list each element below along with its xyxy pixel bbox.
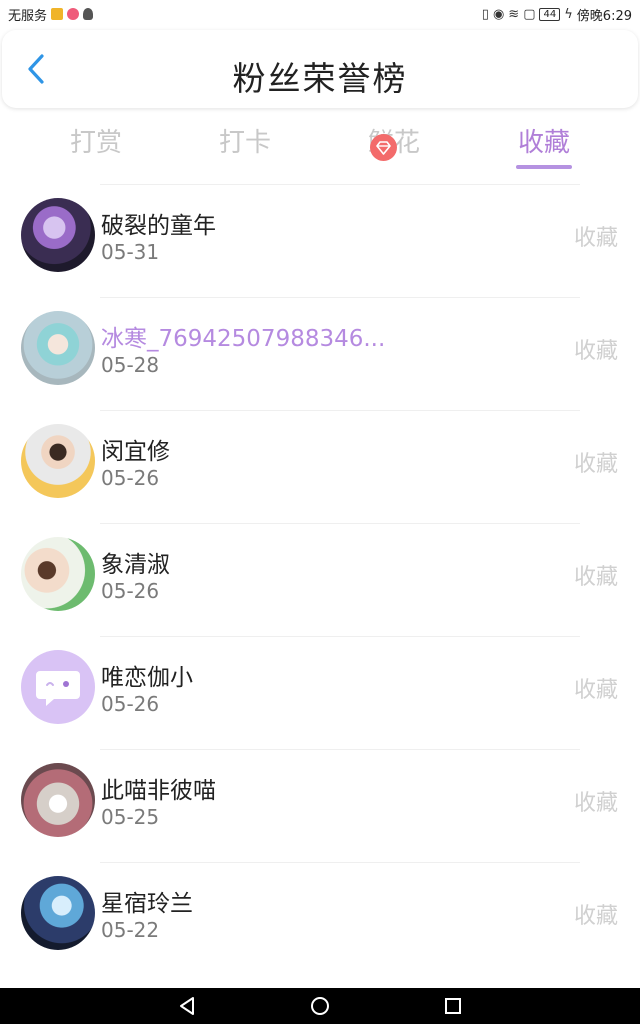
user-name: 破裂的童年 [101, 213, 216, 239]
list-item[interactable]: 象清淑 05-26 收藏 [0, 523, 640, 636]
fan-list: 破裂的童年 05-31 收藏 冰寒_76942507988346... 05-2… [0, 184, 640, 975]
divider [100, 636, 580, 637]
carrier-text: 无服务 [8, 8, 48, 24]
divider [100, 749, 580, 750]
date: 05-26 [101, 466, 160, 490]
charging-icon: ϟ [564, 6, 573, 22]
default-avatar[interactable] [21, 650, 95, 724]
list-item[interactable]: 冰寒_76942507988346... 05-28 收藏 [0, 297, 640, 410]
divider [100, 862, 580, 863]
vip-diamond-icon [370, 134, 397, 161]
divider [100, 297, 580, 298]
type-label: 收藏 [573, 339, 618, 364]
divider [100, 523, 580, 524]
system-nav-bar [0, 988, 640, 1024]
user-name: 星宿玲兰 [101, 891, 193, 917]
tab-favorites[interactable]: 收藏 [489, 122, 599, 159]
notification-icon [51, 8, 64, 20]
type-label: 收藏 [573, 904, 618, 929]
tab-checkin[interactable]: 打卡 [190, 122, 300, 159]
wifi-icon: ≋ [508, 6, 520, 22]
date: 05-28 [101, 353, 160, 377]
list-item[interactable]: 闵宜修 05-26 收藏 [0, 410, 640, 523]
user-name: 此喵非彼喵 [101, 778, 216, 804]
divider [100, 410, 580, 411]
avatar[interactable] [21, 424, 95, 498]
avatar[interactable] [21, 763, 95, 837]
date: 05-22 [101, 918, 160, 942]
avatar[interactable] [21, 311, 95, 385]
user-name: 闵宜修 [101, 439, 170, 465]
battery-icon: 44 [539, 7, 561, 21]
avatar[interactable] [21, 876, 95, 950]
app-notification-icon [67, 8, 80, 20]
status-bar: 无服务 ▯ ◉ ≋ ▢ 44 ϟ 傍晚6:29 [0, 0, 640, 28]
eye-icon: ◉ [492, 6, 505, 22]
user-name: 象清淑 [101, 552, 170, 578]
divider [100, 184, 580, 185]
status-right: ▯ ◉ ≋ ▢ 44 ϟ 傍晚6:29 [482, 5, 632, 24]
page-title: 粉丝荣誉榜 [232, 59, 408, 98]
header: 粉丝荣誉榜 [2, 30, 638, 108]
type-label: 收藏 [573, 678, 618, 703]
list-item[interactable]: 此喵非彼喵 05-25 收藏 [0, 749, 640, 862]
avatar[interactable] [21, 198, 95, 272]
type-label: 收藏 [573, 452, 618, 477]
user-name: 冰寒_76942507988346... [101, 326, 386, 352]
user-name: 唯恋伽小 [101, 665, 193, 691]
list-item[interactable]: 星宿玲兰 05-22 收藏 [0, 862, 640, 975]
type-label: 收藏 [573, 226, 618, 251]
home-circle-icon[interactable] [309, 995, 331, 1017]
date: 05-26 [101, 579, 160, 603]
user-icon [83, 8, 94, 20]
back-triangle-icon[interactable] [176, 995, 198, 1017]
list-item[interactable]: 破裂的童年 05-31 收藏 [0, 184, 640, 297]
clock: 傍晚6:29 [576, 8, 632, 24]
recents-square-icon[interactable] [442, 995, 464, 1017]
status-left: 无服务 [8, 5, 94, 24]
avatar[interactable] [21, 537, 95, 611]
date: 05-31 [101, 240, 160, 264]
tab-tip[interactable]: 打赏 [41, 122, 151, 159]
date: 05-25 [101, 805, 160, 829]
date: 05-26 [101, 692, 160, 716]
sim-icon: ▢ [523, 6, 536, 22]
active-tab-indicator [516, 165, 572, 169]
vibrate-icon: ▯ [481, 6, 489, 22]
type-label: 收藏 [573, 565, 618, 590]
list-item[interactable]: 唯恋伽小 05-26 收藏 [0, 636, 640, 749]
chat-bubble-icon [36, 671, 80, 706]
type-label: 收藏 [573, 791, 618, 816]
